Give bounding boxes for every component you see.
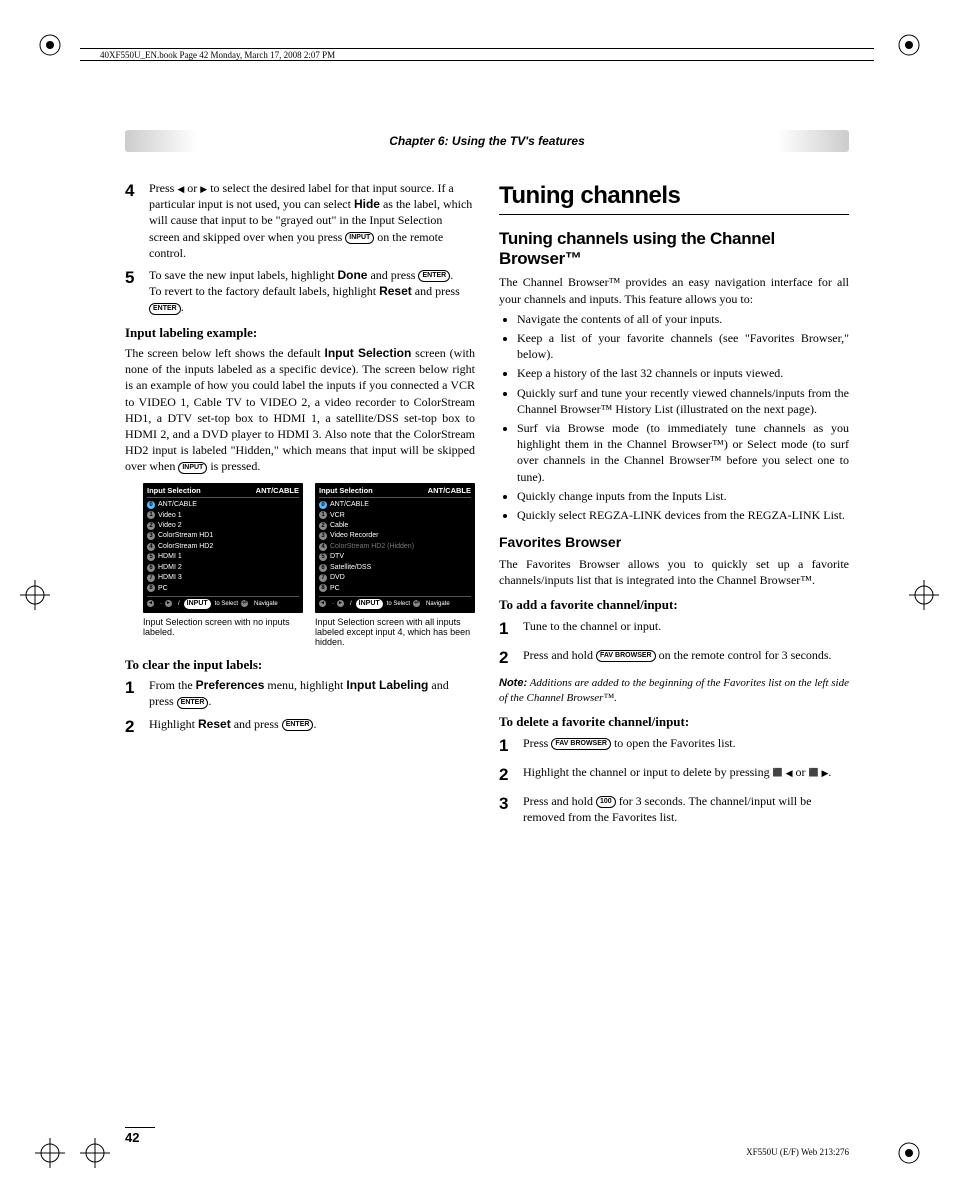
text: on the remote control for 3 seconds. [656, 648, 832, 662]
left-arrow-icon [786, 765, 793, 779]
crosshair-icon [909, 580, 939, 610]
text: Press [523, 736, 551, 750]
text: . [828, 765, 831, 779]
text: . [208, 694, 211, 708]
text: Press and hold [523, 648, 596, 662]
step-number: 1 [499, 618, 523, 641]
right-column: Tuning channels Tuning channels using th… [499, 180, 849, 831]
page-number: 42 [125, 1127, 155, 1145]
text: To save the new input labels, highlight [149, 268, 337, 282]
text: to open the Favorites list. [611, 736, 736, 750]
caption-left: Input Selection screen with no inputs la… [143, 617, 303, 638]
text: To revert to the factory default labels,… [149, 284, 379, 298]
text: Highlight the channel or input to delete… [523, 765, 773, 779]
favorites-heading: Favorites Browser [499, 533, 849, 552]
back-icon: ⬛ [773, 768, 783, 777]
subsection-title: Tuning channels using the Channel Browse… [499, 229, 849, 268]
crosshair-icon [35, 1138, 65, 1168]
text: Highlight [149, 717, 198, 731]
hide-label: Hide [354, 197, 380, 211]
add-step-1: 1 Tune to the channel or input. [499, 618, 849, 641]
reg-mark-icon [35, 30, 65, 60]
text: . [313, 717, 316, 731]
crosshair-icon [20, 580, 50, 610]
enter-button-icon: ENTER [177, 697, 209, 709]
step-number: 2 [499, 764, 523, 787]
feature-item: Keep a list of your favorite channels (s… [517, 330, 849, 362]
text: . [450, 268, 453, 282]
input-selection-screen-labeled: Input SelectionANT/CABLE0ANT/CABLE1VCR2C… [315, 483, 475, 613]
text: Press and hold [523, 794, 596, 808]
reset-label: Reset [379, 284, 412, 298]
feature-item: Keep a history of the last 32 channels o… [517, 365, 849, 381]
text: and press [231, 717, 282, 731]
text: menu, highlight [264, 678, 346, 692]
left-column: 4 Press or to select the desired label f… [125, 180, 475, 831]
clear-heading: To clear the input labels: [125, 656, 475, 674]
reg-mark-icon [894, 1138, 924, 1168]
enter-button-icon: ENTER [149, 303, 181, 315]
done-label: Done [337, 268, 367, 282]
fav-browser-button-icon: FAV BROWSER [596, 650, 656, 662]
text: and press [367, 268, 418, 282]
text: From the [149, 678, 196, 692]
feature-item: Surf via Browse mode (to immediately tun… [517, 420, 849, 485]
feature-list: Navigate the contents of all of your inp… [499, 311, 849, 523]
feature-item: Quickly change inputs from the Inputs Li… [517, 488, 849, 504]
add-favorite-heading: To add a favorite channel/input: [499, 596, 849, 614]
delete-favorite-heading: To delete a favorite channel/input: [499, 713, 849, 731]
input-selection-screen-default: Input SelectionANT/CABLE0ANT/CABLE1Video… [143, 483, 303, 613]
book-meta: 40XF550U_EN.book Page 42 Monday, March 1… [100, 50, 335, 60]
intro-paragraph: The Channel Browser™ provides an easy na… [499, 274, 849, 306]
clear-step-2: 2 Highlight Reset and press ENTER. [125, 716, 475, 739]
step-number: 3 [499, 793, 523, 816]
reset-label: Reset [198, 717, 231, 731]
step-number: 2 [499, 647, 523, 670]
preferences-label: Preferences [196, 678, 265, 692]
text: Tune to the channel or input. [523, 618, 849, 634]
enter-button-icon: ENTER [282, 719, 314, 731]
text: Press [149, 181, 177, 195]
next-icon: ⬛ [809, 768, 819, 777]
step-4: 4 Press or to select the desired label f… [125, 180, 475, 261]
input-button-icon: INPUT [345, 232, 374, 244]
text: or [793, 765, 809, 779]
text: and press [412, 284, 460, 298]
step-number: 4 [125, 180, 149, 203]
enter-button-icon: ENTER [418, 270, 450, 282]
favorites-paragraph: The Favorites Browser allows you to quic… [499, 556, 849, 588]
fav-browser-button-icon: FAV BROWSER [551, 738, 611, 750]
footer-right: XF550U (E/F) Web 213:276 [746, 1147, 849, 1157]
crosshair-icon [80, 1138, 110, 1168]
chapter-banner: Chapter 6: Using the TV's features [125, 130, 849, 152]
add-step-2: 2 Press and hold FAV BROWSER on the remo… [499, 647, 849, 670]
input-button-icon: INPUT [178, 462, 207, 474]
text: or [184, 181, 200, 195]
input-labeling-label: Input Labeling [346, 678, 428, 692]
del-step-3: 3 Press and hold 100 for 3 seconds. The … [499, 793, 849, 825]
note: Note: Additions are added to the beginni… [499, 676, 849, 706]
del-step-2: 2 Highlight the channel or input to dele… [499, 764, 849, 787]
feature-item: Quickly surf and tune your recently view… [517, 385, 849, 417]
feature-item: Navigate the contents of all of your inp… [517, 311, 849, 327]
hundred-button-icon: 100 [596, 796, 616, 808]
step-number: 1 [125, 677, 149, 700]
caption-right: Input Selection screen with all inputs l… [315, 617, 475, 648]
text: . [181, 300, 184, 314]
step-number: 1 [499, 735, 523, 758]
clear-step-1: 1 From the Preferences menu, highlight I… [125, 677, 475, 709]
step-number: 2 [125, 716, 149, 739]
step-5: 5 To save the new input labels, highligh… [125, 267, 475, 316]
example-paragraph: The screen below left shows the default … [125, 345, 475, 475]
del-step-1: 1 Press FAV BROWSER to open the Favorite… [499, 735, 849, 758]
example-heading: Input labeling example: [125, 324, 475, 342]
feature-item: Quickly select REGZA-LINK devices from t… [517, 507, 849, 523]
reg-mark-icon [894, 30, 924, 60]
step-number: 5 [125, 267, 149, 290]
section-title: Tuning channels [499, 180, 849, 212]
